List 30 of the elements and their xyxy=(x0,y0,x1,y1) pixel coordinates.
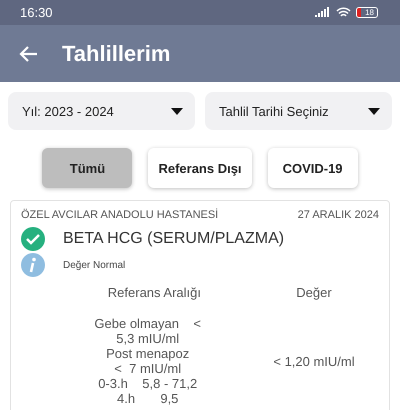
wifi-icon xyxy=(336,7,352,18)
result-value: < 1,20 mIU/ml xyxy=(272,354,356,368)
reference-range-line: 0-3.h 5,8 - 71,2 xyxy=(98,376,198,391)
hospital-name: ÖZEL AVCILAR ANADOLU HASTANESİ xyxy=(21,209,218,221)
filter-dropdown[interactable]: Yıl: 2023 - 2024 xyxy=(8,92,195,130)
reference-range-line: 4.h 9,5 xyxy=(116,391,178,406)
result-date: 27 ARALIK 2024 xyxy=(298,209,379,221)
filter-tab[interactable]: Referans Dışı xyxy=(148,148,252,188)
filter-dropdown[interactable]: Tahlil Tarihi Seçiniz xyxy=(205,92,392,130)
column-header: Değer xyxy=(295,285,333,300)
battery-icon: 18 xyxy=(356,7,378,18)
back-arrow-icon[interactable] xyxy=(18,44,38,62)
signal-icon xyxy=(315,7,332,18)
dropdown-caret-icon xyxy=(171,108,183,114)
dropdown-label: Tahlil Tarihi Seçiniz xyxy=(219,104,329,118)
dropdown-caret-icon xyxy=(368,108,380,114)
check-icon xyxy=(21,227,45,251)
filter-tab[interactable]: COVID-19 xyxy=(268,148,358,188)
status-time: 16:30 xyxy=(20,5,53,20)
test-name: BETA HCG (SERUM/PLAZMA) xyxy=(63,230,284,248)
info-icon xyxy=(21,253,45,277)
column-header: Referans Aralığı xyxy=(106,285,201,300)
dropdown-label: Yıl: 2023 - 2024 xyxy=(22,104,114,118)
status-text: Değer Normal xyxy=(63,260,126,270)
filter-tab[interactable]: Tümü xyxy=(42,148,132,188)
reference-range-line: Post menapoz xyxy=(106,346,190,361)
reference-range-line: 5,3 mIU/ml xyxy=(116,331,180,346)
page-title: Tahlillerim xyxy=(62,40,170,66)
reference-range-line: Gebe olmayan < xyxy=(94,316,201,331)
reference-range-line: < 7 mIU/ml xyxy=(114,361,182,376)
